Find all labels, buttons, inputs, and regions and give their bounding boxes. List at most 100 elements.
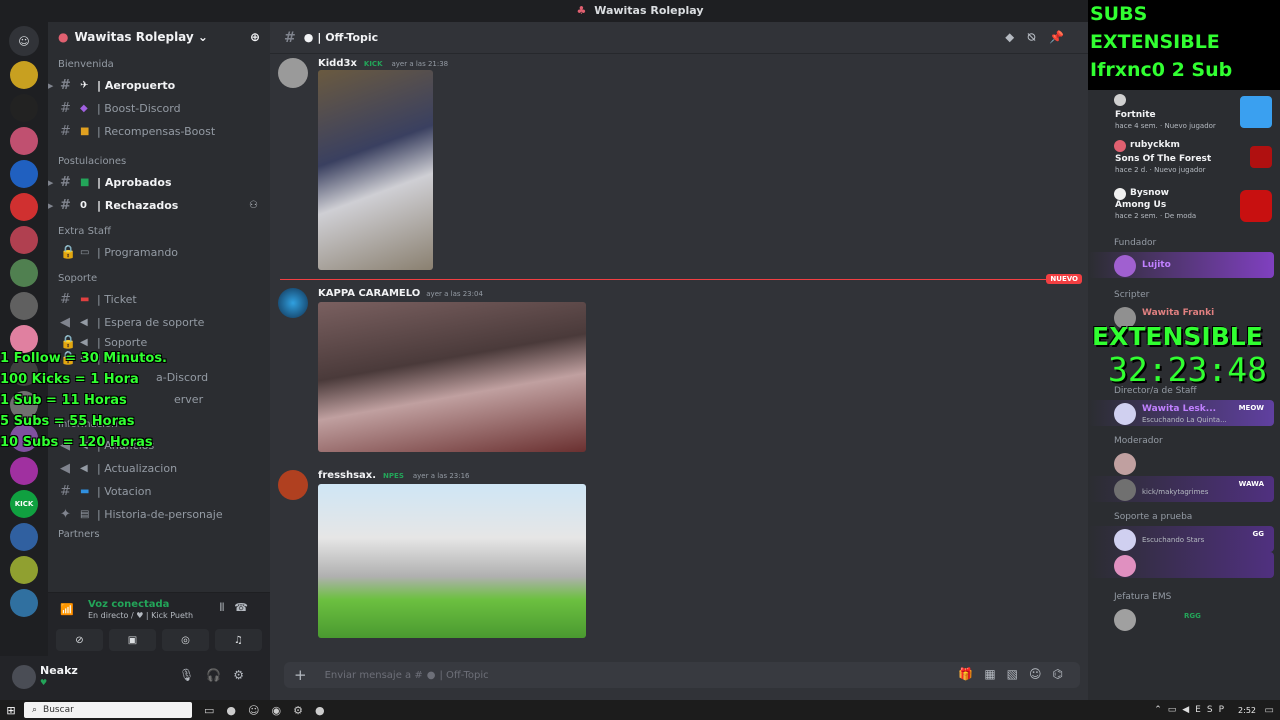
- channel-actualizacion[interactable]: ◀ ◀ | Actualizacion: [48, 457, 270, 480]
- channel-votacion[interactable]: # ▬ | Votacion: [48, 480, 270, 503]
- category-bienvenida[interactable]: Bienvenida: [48, 56, 270, 74]
- hash-icon: #: [60, 198, 71, 213]
- category-extra-staff[interactable]: Extra Staff: [48, 223, 270, 241]
- video-attachment[interactable]: [318, 70, 433, 270]
- search-icon: ⌕: [32, 705, 38, 715]
- channel-ticket[interactable]: # ▬ | Ticket: [48, 288, 270, 311]
- channel-rechazados[interactable]: ▶ #0 | Rechazados ⚇: [48, 194, 270, 217]
- channel-historia-personaje[interactable]: ✦ ▤ | Historia-de-personaje: [48, 503, 270, 526]
- obs-icon[interactable]: ●: [315, 704, 337, 717]
- search-label: Buscar: [43, 705, 74, 715]
- member[interactable]: RGG: [1088, 606, 1280, 632]
- headphones-icon[interactable]: 🎧: [206, 668, 233, 682]
- avatar[interactable]: [278, 58, 308, 88]
- role-group-fundador: Fundador: [1114, 238, 1157, 248]
- pin-icon[interactable]: 📌: [1049, 30, 1078, 44]
- add-user-icon[interactable]: ⚇: [249, 200, 258, 211]
- activity-card[interactable]: Bysnow Among Us hace 2 sem. · De moda: [1088, 184, 1280, 234]
- server-icon[interactable]: [10, 523, 38, 551]
- category-soporte[interactable]: Soporte: [48, 270, 270, 288]
- hash-icon: #: [60, 484, 71, 499]
- expand-arrow-icon: ▶: [48, 81, 54, 90]
- server-icon[interactable]: [10, 127, 38, 155]
- file-explorer-icon[interactable]: ▭: [204, 704, 226, 717]
- language-indicator[interactable]: ESP: [1195, 705, 1230, 715]
- apps-icon[interactable]: ⌬: [1053, 667, 1074, 681]
- attach-plus-icon[interactable]: +: [294, 666, 307, 684]
- member-badge: RGG: [1184, 612, 1201, 620]
- message-composer[interactable]: + Enviar mensaje a # ● | Off-Topic 🎁▦▧☺⌬: [284, 662, 1080, 688]
- emoji-icon[interactable]: ☺: [1029, 667, 1053, 681]
- notification-bell-icon[interactable]: ⍉: [1028, 30, 1049, 44]
- channel-programando[interactable]: 🔒 ▭ | Programando: [48, 241, 270, 264]
- discord-home-icon[interactable]: ☺: [9, 26, 39, 56]
- soundboard-button[interactable]: ♫: [215, 629, 262, 651]
- member-stars[interactable]: Escuchando Stars GG: [1088, 526, 1274, 552]
- username[interactable]: Neakz: [40, 664, 78, 677]
- video-attachment[interactable]: [318, 484, 586, 638]
- activities-button[interactable]: ◎: [162, 629, 209, 651]
- add-member-icon[interactable]: ⊕: [250, 30, 260, 44]
- member-wawita-lesk[interactable]: Wawita Lesk... Escuchando La Quinta... M…: [1088, 400, 1274, 426]
- server-icon[interactable]: [10, 61, 38, 89]
- server-icon[interactable]: [10, 589, 38, 617]
- camera-off-button[interactable]: ⊘: [56, 629, 103, 651]
- avatar: [1114, 529, 1136, 551]
- share-screen-button[interactable]: ▣: [109, 629, 156, 651]
- taskbar-search[interactable]: ⌕ Buscar: [24, 702, 192, 718]
- server-icon[interactable]: [10, 457, 38, 485]
- message-author[interactable]: fresshsax.: [318, 470, 376, 481]
- gif-icon[interactable]: ▦: [984, 667, 1006, 681]
- channel-aprobados[interactable]: ▶ # ■ | Aprobados: [48, 171, 270, 194]
- threads-icon[interactable]: ⬥: [1005, 30, 1027, 44]
- server-icon[interactable]: [10, 292, 38, 320]
- chrome-icon[interactable]: ◉: [271, 704, 293, 717]
- server-header[interactable]: ● Wawitas Roleplay ⌄ ⊕: [48, 22, 270, 52]
- activity-card[interactable]: rubyckkm Sons Of The Forest hace 2 d. · …: [1088, 136, 1280, 184]
- kick-server-icon[interactable]: KICK: [10, 490, 38, 518]
- volume-icon[interactable]: ◀: [1182, 705, 1195, 715]
- settings-icon[interactable]: ⚙: [293, 704, 315, 717]
- server-icon[interactable]: [10, 259, 38, 287]
- avatar: [1114, 140, 1126, 152]
- gift-icon[interactable]: 🎁: [958, 667, 984, 681]
- message-author[interactable]: KAPPA CARAMELO: [318, 288, 420, 299]
- channel-espera-soporte[interactable]: ◀ ◀ | Espera de soporte: [48, 311, 270, 334]
- hash-icon: #: [60, 124, 71, 139]
- member-lujito[interactable]: Lujito: [1088, 252, 1274, 278]
- message-author[interactable]: Kidd3x: [318, 58, 357, 69]
- discord-icon[interactable]: ☺: [248, 704, 271, 717]
- channel-label: | Aeropuerto: [97, 79, 176, 92]
- server-icon[interactable]: [10, 160, 38, 188]
- member[interactable]: [1088, 450, 1280, 476]
- chevron-up-icon[interactable]: ⌃: [1154, 705, 1168, 715]
- category-partners[interactable]: Partners: [48, 530, 270, 540]
- notification-icon[interactable]: ▭: [1265, 705, 1274, 716]
- avatar[interactable]: [278, 288, 308, 318]
- member-makyta[interactable]: kick/makytagrimes WAWA: [1088, 476, 1274, 502]
- microphone-icon[interactable]: 🎙: [179, 668, 206, 682]
- server-icon[interactable]: [10, 94, 38, 122]
- video-attachment[interactable]: [318, 302, 586, 452]
- spotify-icon[interactable]: ●: [226, 704, 248, 717]
- avatar[interactable]: [278, 470, 308, 500]
- disconnect-icon[interactable]: ☎: [234, 601, 258, 614]
- server-icon[interactable]: [10, 556, 38, 584]
- gear-icon[interactable]: ⚙: [233, 668, 256, 682]
- noise-suppression-icon[interactable]: ⫴: [220, 601, 235, 614]
- category-postulaciones[interactable]: Postulaciones: [48, 153, 270, 171]
- network-icon[interactable]: ▭: [1168, 705, 1183, 715]
- channel-aeropuerto[interactable]: ▶ # ✈ | Aeropuerto: [48, 74, 270, 97]
- voice-status[interactable]: Voz conectada: [88, 599, 169, 610]
- activity-card[interactable]: Fortnite hace 4 sem. · Nuevo jugador: [1088, 90, 1280, 136]
- member[interactable]: [1088, 552, 1274, 578]
- channel-recompensas-boost[interactable]: # ■ | Recompensas-Boost: [48, 120, 270, 143]
- avatar[interactable]: [12, 665, 36, 689]
- activity-user: Bysnow: [1130, 188, 1169, 198]
- channel-boost-discord[interactable]: # ◆ | Boost-Discord: [48, 97, 270, 120]
- sticker-icon[interactable]: ▧: [1007, 667, 1029, 681]
- taskbar-clock[interactable]: 2:52: [1238, 706, 1256, 715]
- windows-start-icon[interactable]: ⊞: [0, 704, 22, 717]
- server-icon[interactable]: [10, 226, 38, 254]
- server-icon[interactable]: [10, 193, 38, 221]
